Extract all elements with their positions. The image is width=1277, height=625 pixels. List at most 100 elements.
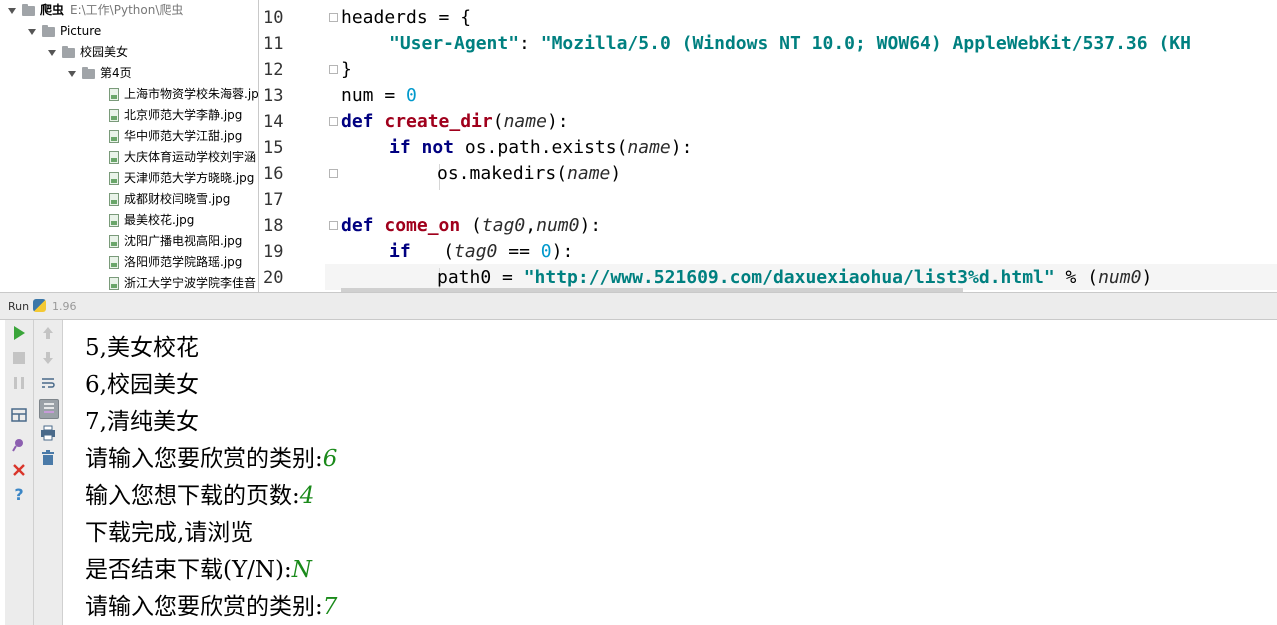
tree-file[interactable]: 沈阳广播电视高阳.jpg (109, 231, 242, 252)
tree-file[interactable]: 华中师范大学江甜.jpg (109, 126, 242, 147)
number-token: 0 (540, 241, 552, 262)
tree-folder-picture[interactable]: Picture (28, 21, 101, 42)
console-line: 输入您想下载的页数:4 (85, 478, 314, 514)
code-token: os.makedirs( (437, 163, 568, 184)
console-line: 请输入您要欣赏的类别:7 (85, 589, 337, 625)
restore-layout-button[interactable] (10, 406, 28, 424)
tree-file[interactable]: 洛阳师范学院路瑶.jpg (109, 252, 242, 273)
console-line: 7,清纯美女 (85, 404, 199, 440)
code-token: headerds = { (341, 7, 472, 28)
soft-wrap-button[interactable] (39, 374, 57, 392)
tree-folder-label: 校园美女 (80, 45, 129, 59)
run-tab-label[interactable]: Run (8, 300, 29, 313)
console-line: 5,美女校花 (85, 330, 199, 366)
tree-file[interactable]: 大庆体育运动学校刘宇涵 (109, 147, 256, 168)
rerun-button[interactable] (10, 324, 28, 342)
chevron-down-icon[interactable] (8, 7, 16, 14)
keyword-token: if not (389, 137, 465, 158)
console-text: 6,校园美女 (85, 372, 199, 398)
code-token: ( (492, 111, 504, 132)
tree-file[interactable]: 北京师范大学李静.jpg (109, 105, 242, 126)
keyword-token: def (341, 215, 385, 236)
param-token: num0 (536, 215, 580, 236)
folder-icon (42, 24, 55, 37)
tree-root[interactable]: 爬虫 E:\工作\Python\爬虫 (8, 0, 183, 21)
tree-file[interactable]: 最美校花.jpg (109, 210, 194, 231)
console-text: 请输入您要欣赏的类别: (85, 446, 323, 472)
param-token: num0 (1098, 267, 1142, 288)
line-number: 17 (263, 190, 284, 210)
code-token: ) (1141, 267, 1153, 288)
run-config-name[interactable]: 1.96 (52, 300, 77, 313)
line-number: 15 (263, 138, 284, 158)
run-toolbar-left: ? (5, 320, 34, 625)
code-line-10: headerds = { (341, 5, 471, 31)
chevron-down-icon[interactable] (68, 70, 76, 77)
stop-button[interactable] (10, 349, 28, 367)
console-text: 下载完成,请浏览 (85, 520, 254, 546)
tree-file[interactable]: 上海市物资学校朱海蓉.jpg (109, 84, 258, 105)
line-number: 20 (263, 268, 284, 288)
param-token: tag0 (454, 241, 498, 262)
code-token: num = (341, 85, 407, 106)
console-text: 输入您想下载的页数: (85, 483, 300, 509)
line-number: 13 (263, 86, 284, 106)
print-button[interactable] (39, 424, 57, 442)
arrow-up-icon (43, 327, 53, 339)
code-token: , (525, 215, 537, 236)
tree-file-label: 华中师范大学江甜.jpg (124, 129, 243, 143)
fold-marker-icon[interactable] (329, 221, 338, 230)
image-file-icon (109, 214, 119, 227)
chevron-down-icon[interactable] (48, 49, 56, 56)
image-file-icon (109, 235, 119, 248)
tree-folder-label: Picture (60, 24, 102, 38)
pin-icon (12, 439, 23, 452)
param-token: name (503, 111, 547, 132)
code-token: ): (546, 111, 569, 132)
tree-file[interactable]: 成都财校闫晓雪.jpg (109, 189, 230, 210)
folder-icon (22, 3, 35, 16)
soft-wrap-icon (42, 378, 55, 388)
run-panel-header: Run 1.96 (0, 292, 1277, 320)
pause-icon (14, 377, 24, 389)
console-input: N (291, 557, 312, 583)
console-input: 7 (322, 594, 338, 620)
help-button[interactable]: ? (10, 486, 28, 504)
pin-tab-button[interactable] (10, 436, 28, 454)
line-number: 14 (263, 112, 284, 132)
fold-marker-icon[interactable] (329, 65, 338, 74)
line-gutter: 10 11 12 13 14 15 16 17 18 19 20 (259, 0, 325, 292)
code-line-18: def come_on (tag0,num0): (341, 213, 601, 239)
string-token: "Mozilla/5.0 (Windows NT 10.0; WOW64) Ap… (540, 33, 1191, 54)
code-token: ( (410, 241, 455, 262)
fold-marker-icon[interactable] (329, 117, 338, 126)
tree-root-name: 爬虫 (40, 3, 65, 17)
param-token: name (627, 137, 671, 158)
image-file-icon (109, 151, 119, 164)
tree-file-label: 天津师范大学方晓晓.jpg (124, 171, 255, 185)
up-stack-button[interactable] (39, 324, 57, 342)
fold-marker-icon[interactable] (329, 13, 338, 22)
code-editor[interactable]: 10 11 12 13 14 15 16 17 18 19 20 headerd… (259, 0, 1277, 292)
tree-folder-campus[interactable]: 校园美女 (48, 42, 128, 63)
fold-marker-icon[interactable] (329, 169, 338, 178)
clear-all-button[interactable] (39, 449, 57, 467)
line-number: 19 (263, 242, 284, 262)
tree-file-label: 大庆体育运动学校刘宇涵 (124, 150, 257, 164)
close-button[interactable] (10, 461, 28, 479)
tree-file[interactable]: 天津师范大学方晓晓.jpg (109, 168, 254, 189)
function-name-token: come_on (384, 215, 461, 236)
console-output[interactable]: 5,美女校花 6,校园美女 7,清纯美女 请输入您要欣赏的类别:6 输入您想下载… (63, 320, 1277, 625)
param-token: name (567, 163, 611, 184)
image-file-icon (109, 193, 119, 206)
tree-file-label: 沈阳广播电视高阳.jpg (124, 234, 243, 248)
chevron-down-icon[interactable] (28, 28, 36, 35)
code-token: path0 = (437, 267, 524, 288)
pause-button[interactable] (10, 374, 28, 392)
scroll-to-end-button[interactable] (39, 399, 59, 419)
tree-file[interactable]: 浙江大学宁波学院李佳音 (109, 273, 256, 292)
down-stack-button[interactable] (39, 349, 57, 367)
tree-folder-page4[interactable]: 第4页 (68, 63, 132, 84)
code-token: os.path.exists( (464, 137, 628, 158)
arrow-down-icon (43, 352, 53, 364)
